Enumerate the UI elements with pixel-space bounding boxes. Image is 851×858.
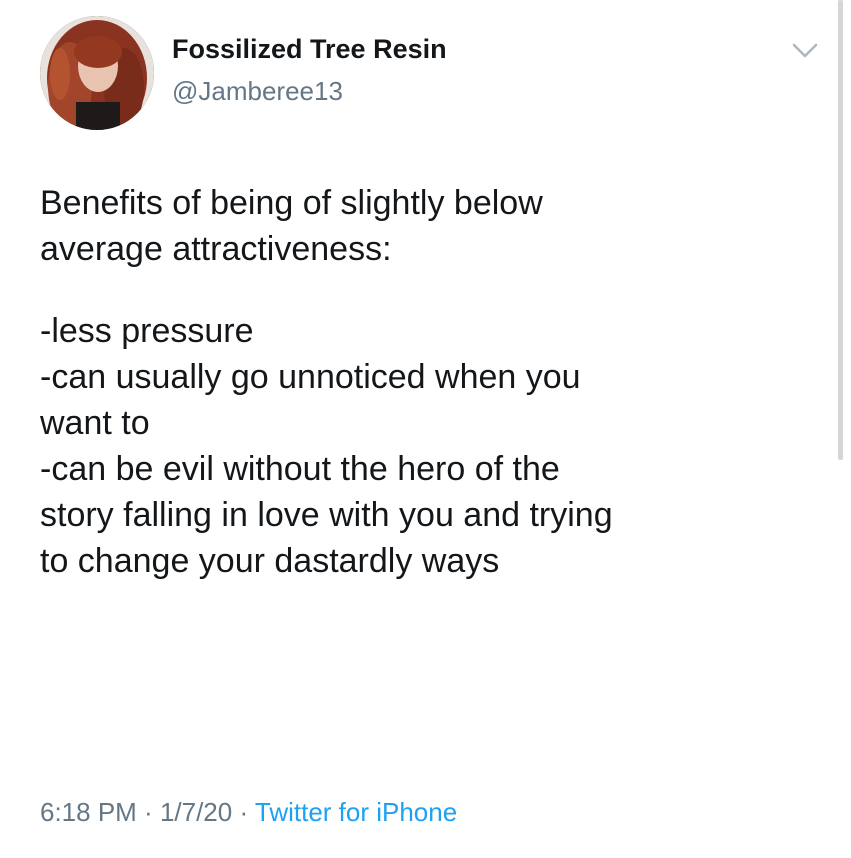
meta-separator: · <box>232 797 255 827</box>
chevron-down-icon[interactable] <box>790 40 820 62</box>
tweet-date[interactable]: 1/7/20 <box>160 797 232 827</box>
list-item: -less pressure <box>40 312 254 350</box>
tweet-card: Fossilized Tree Resin @Jamberee13 Benefi… <box>0 0 851 858</box>
list-item: -can be evil without the hero of the <box>40 450 560 488</box>
list-item: to change your dastardly ways <box>40 542 500 580</box>
author-display-name[interactable]: Fossilized Tree Resin <box>172 34 447 65</box>
list-item: story falling in love with you and tryin… <box>40 496 613 534</box>
tweet-text-line: Benefits of being of slightly below <box>40 184 543 222</box>
tweet-time[interactable]: 6:18 PM <box>40 797 137 827</box>
meta-separator: · <box>136 797 160 827</box>
avatar[interactable] <box>40 16 154 130</box>
scrollbar[interactable] <box>838 0 843 460</box>
list-item: want to <box>40 404 150 442</box>
author-handle[interactable]: @Jamberee13 <box>172 76 343 107</box>
tweet-source-link[interactable]: Twitter for iPhone <box>255 797 457 827</box>
tweet-meta: 6:18 PM · 1/7/20 · Twitter for iPhone <box>40 797 457 828</box>
list-item: -can usually go unnoticed when you <box>40 358 581 396</box>
tweet-body: Benefits of being of slightly below aver… <box>40 180 830 584</box>
tweet-text-line: average attractiveness: <box>40 230 392 268</box>
